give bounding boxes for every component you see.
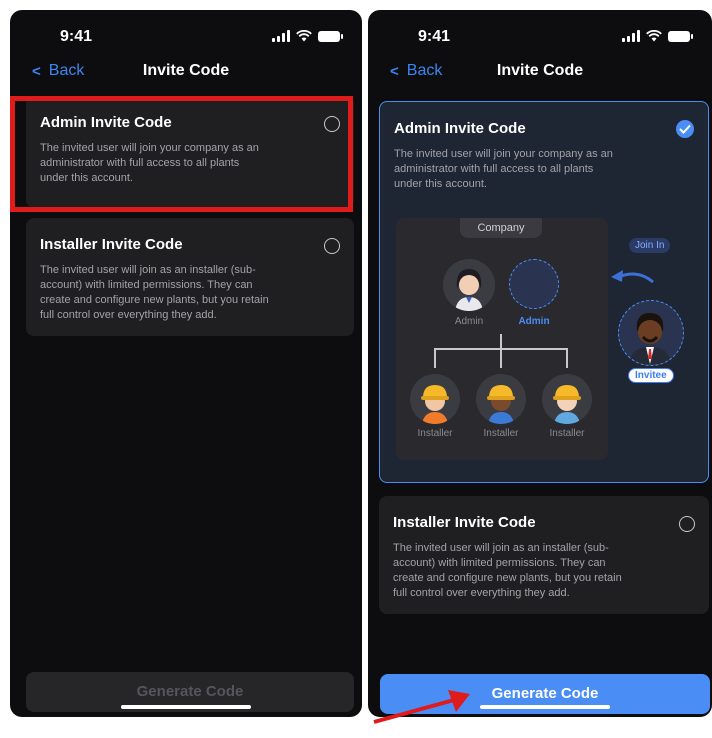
red-arrow-annotation (373, 690, 470, 724)
highlight-box (10, 96, 353, 212)
home-indicator (480, 705, 610, 709)
home-indicator (121, 705, 251, 709)
admin-card-desc: The invited user will join your company … (394, 148, 613, 190)
status-bar: 9:41 (368, 28, 712, 48)
installer-card-desc: The invited user will join as an install… (40, 264, 269, 321)
installer-avatar (476, 374, 526, 424)
invitee-badge: Invitee (628, 368, 674, 383)
installer-label: Installer (549, 428, 585, 439)
tree-connector (500, 348, 502, 368)
wifi-icon (646, 30, 662, 42)
signal-icon (622, 30, 640, 42)
installer-radio[interactable] (679, 516, 695, 532)
tree-connector (566, 348, 568, 368)
installer-card-desc: The invited user will join as an install… (393, 542, 622, 599)
admin-card-title: Admin Invite Code (394, 120, 526, 137)
admin-avatar (443, 259, 495, 311)
tree-connector (500, 334, 502, 348)
admin-invite-card-selected[interactable]: Admin Invite Code The invited user will … (379, 101, 709, 483)
arrow-left-icon (611, 270, 654, 284)
battery-icon (318, 30, 343, 42)
org-diagram: Company Admin Admin Installer Installer … (396, 218, 608, 460)
admin-slot (509, 259, 559, 309)
installer-label: Installer (483, 428, 519, 439)
admin-blue-label: Admin (518, 316, 550, 327)
invitee-avatar (618, 300, 684, 366)
phone-screen-right: 9:41 < Back Invite Code Admin Invite Code… (368, 10, 712, 717)
phone-screen-left: 9:41 < Back Invite Code Admin Invite Code… (10, 10, 362, 717)
installer-avatar (410, 374, 460, 424)
nav-bar: < Back Invite Code (368, 60, 712, 84)
join-in-badge: Join In (629, 238, 671, 253)
page-title: Invite Code (142, 62, 230, 79)
installer-radio[interactable] (324, 238, 340, 254)
installer-card-title: Installer Invite Code (393, 514, 536, 531)
admin-gray-label: Admin (454, 316, 484, 327)
installer-invite-card[interactable]: Installer Invite Code The invited user w… (26, 218, 354, 336)
installer-label: Installer (417, 428, 453, 439)
nav-bar: < Back Invite Code (10, 60, 362, 84)
checkmark-icon[interactable] (676, 120, 694, 138)
status-time: 9:41 (418, 28, 451, 45)
status-time: 9:41 (60, 28, 93, 45)
installer-invite-card[interactable]: Installer Invite Code The invited user w… (379, 496, 709, 614)
battery-icon (668, 30, 693, 42)
wifi-icon (296, 30, 312, 42)
status-bar: 9:41 (10, 28, 362, 48)
signal-icon (272, 30, 290, 42)
installer-avatar (542, 374, 592, 424)
installer-card-title: Installer Invite Code (40, 236, 183, 253)
page-title: Invite Code (496, 62, 584, 79)
company-label: Company (460, 218, 542, 238)
tree-connector (434, 348, 436, 368)
